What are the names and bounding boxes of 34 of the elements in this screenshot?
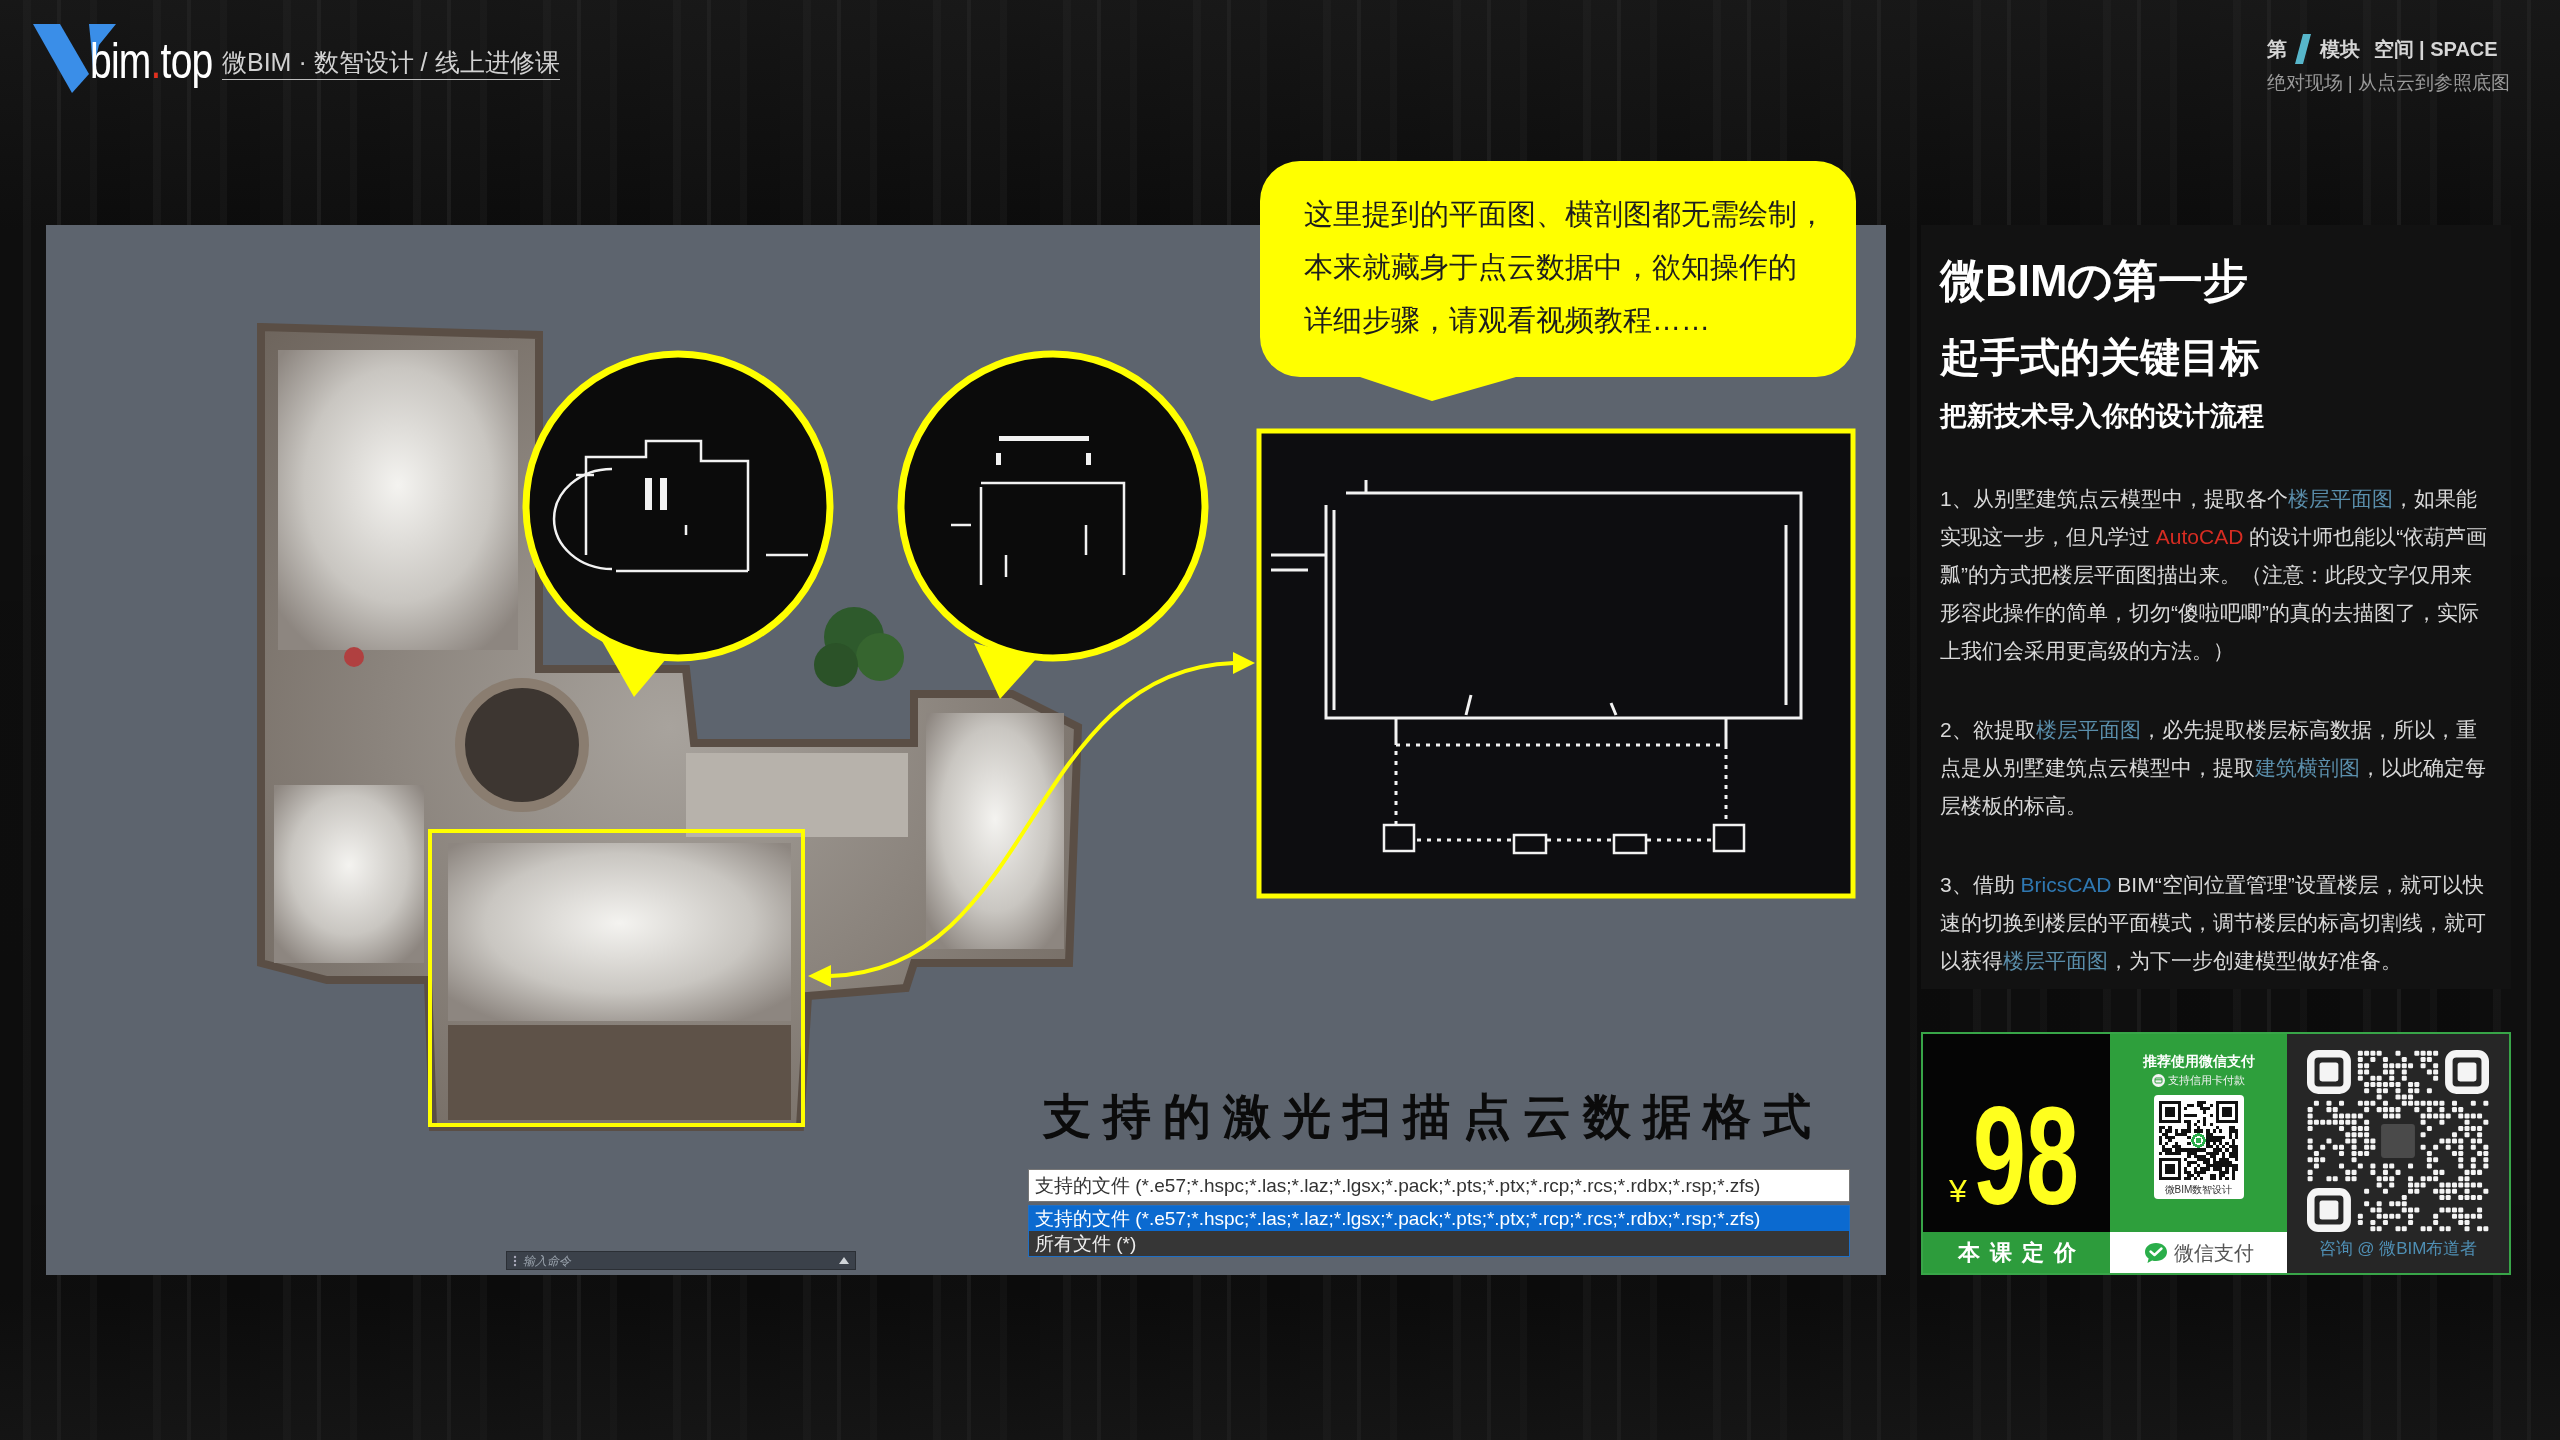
payment-note: 支持信用卡付款 [2168,1073,2245,1088]
currency-sign: ¥ [1949,1174,1967,1208]
module-label: 模块 [2319,37,2360,62]
file-type-dropdown[interactable]: 支持的文件 (*.e57;*.hspc;*.las;*.laz;*.lgsx;*.pack;*.pts;*.ptx;*.rcp;*.rcs;*.rdbx;*.rsp;*.zfs) [1028,1169,1850,1202]
price-label: 本课定价 [1923,1232,2110,1273]
module-title: 空间 | SPACE [2373,37,2498,62]
command-line-field[interactable]: 输入命令 [506,1251,856,1270]
panel-title: 微BIMの第一步 [1940,254,2250,308]
body-paragraph: 2、欲提取楼层平面图，必先提取楼层标高数据，所以，重点是从别墅建筑点云模型中，提取建筑横剖图，以此确定每层楼板的标高。 [1940,717,2487,819]
photo-placeholder [2381,1124,2415,1158]
callout-text: 这里提到的平面图、横剖图都无需绘制， 本来就藏身于点云数据中，欲知操作的 详细步骤，请观看视频教程…… [1304,197,1826,338]
file-type-option[interactable]: 支持的文件 (*.e57;*.hspc;*.las;*.laz;*.lgsx;*.pack;*.pts;*.ptx;*.rcp;*.rcs;*.rdbx;*.rsp;*.zfs) [1029,1206,1849,1231]
coin-icon [2191,1133,2206,1148]
chat-check-icon [2143,1241,2168,1264]
module-prefix: 第 [2266,37,2287,62]
module-subtitle: 绝对现场 | 从点云到参照底图 [2266,71,2510,95]
file-type-option[interactable]: 所有文件 (*) [1029,1231,1849,1256]
body-paragraph: 1、从别墅建筑点云模型中，提取各个楼层平面图，如果能实现这一步，但凡学过 AutoCAD 的设计师也能以“依葫芦画瓢”的方式把楼层平面图描出来。（注意：此段文字仅用来形容此操作的简单，切勿“傻啦吧唧”的真的去描图了，实际上我们会采用更高级的方法。） [1940,486,2489,664]
contact-caption: 咨询 @ 微BIM布道者 [2318,1238,2478,1260]
caret-up-icon [839,1257,849,1264]
slash-mark-icon [2294,34,2311,64]
body-paragraph: 3、借助 BricsCAD BIM“空间位置管理”设置楼层，就可以快速的切换到楼层的平面模式，调节楼层的标高切割线，就可以获得楼层平面图，为下一步创建模型做好准备。 [1940,872,2487,974]
payment-heading: 推荐使用微信支付 [2142,1052,2255,1070]
command-input[interactable]: 输入命令 [523,1252,833,1269]
panel-subtitle: 起手式的关键目标 [1940,334,2261,381]
logo-text: bim.top [90,36,213,86]
grip-icon [513,1254,517,1267]
panel-tagline: 把新技术导入你的设计流程 [1940,400,2265,433]
payment-method-label: 微信支付 [2173,1240,2254,1266]
price-amount: 98 [1972,1100,2079,1212]
qr-caption: 微BIM数智设计 [2164,1183,2233,1196]
section-heading: 支持的激光扫描点云数据格式 [1043,1089,1823,1145]
course-tagline: 微BIM · 数智设计 / 线上进修课 [222,48,560,80]
card-icon [2152,1074,2165,1087]
